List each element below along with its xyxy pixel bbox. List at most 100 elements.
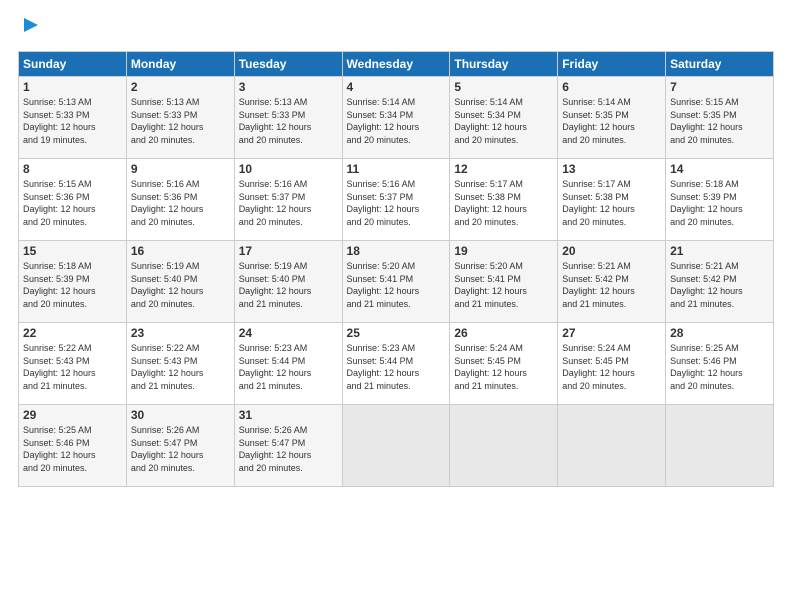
day-number: 3 [239,80,338,94]
calendar-cell: 6 Sunrise: 5:14 AMSunset: 5:35 PMDaylight… [558,77,666,159]
header-row: SundayMondayTuesdayWednesdayThursdayFrid… [19,52,774,77]
day-number: 31 [239,408,338,422]
cell-info: Sunrise: 5:16 AMSunset: 5:36 PMDaylight:… [131,178,230,228]
col-header-friday: Friday [558,52,666,77]
day-number: 10 [239,162,338,176]
week-row-1: 1Sunrise: 5:13 AMSunset: 5:33 PMDaylight… [19,77,774,159]
cell-info: Sunrise: 5:21 AMSunset: 5:42 PMDaylight:… [562,260,661,310]
col-header-thursday: Thursday [450,52,558,77]
day-number: 28 [670,326,769,340]
calendar-cell [450,405,558,487]
calendar-body: 1Sunrise: 5:13 AMSunset: 5:33 PMDaylight… [19,77,774,487]
calendar-cell: 3 Sunrise: 5:13 AMSunset: 5:33 PMDaylight… [234,77,342,159]
calendar-cell: 26Sunrise: 5:24 AMSunset: 5:45 PMDayligh… [450,323,558,405]
calendar-cell [666,405,774,487]
day-number: 18 [347,244,446,258]
logo [18,18,42,41]
cell-info: Sunrise: 5:23 AMSunset: 5:44 PMDaylight:… [239,342,338,392]
calendar-cell: 19Sunrise: 5:20 AMSunset: 5:41 PMDayligh… [450,241,558,323]
col-header-tuesday: Tuesday [234,52,342,77]
calendar-cell: 18 Sunrise: 5:20 AMSunset: 5:41 PMDayligh… [342,241,450,323]
col-header-monday: Monday [126,52,234,77]
day-number: 15 [23,244,122,258]
cell-info: Sunrise: 5:16 AMSunset: 5:37 PMDaylight:… [239,178,338,228]
calendar-cell: 21Sunrise: 5:21 AMSunset: 5:42 PMDayligh… [666,241,774,323]
day-number: 4 [347,80,446,94]
calendar-cell [342,405,450,487]
calendar-cell: 16Sunrise: 5:19 AMSunset: 5:40 PMDayligh… [126,241,234,323]
day-number: 2 [131,80,230,94]
day-number: 9 [131,162,230,176]
cell-info: Sunrise: 5:20 AMSunset: 5:41 PMDaylight:… [454,260,553,310]
calendar-cell: 11 Sunrise: 5:16 AMSunset: 5:37 PMDayligh… [342,159,450,241]
cell-info: Sunrise: 5:15 AMSunset: 5:36 PMDaylight:… [23,178,122,228]
calendar-cell: 5Sunrise: 5:14 AMSunset: 5:34 PMDaylight… [450,77,558,159]
calendar-cell: 15 Sunrise: 5:18 AMSunset: 5:39 PMDayligh… [19,241,127,323]
week-row-2: 8 Sunrise: 5:15 AMSunset: 5:36 PMDaylight… [19,159,774,241]
calendar-cell: 28 Sunrise: 5:25 AMSunset: 5:46 PMDayligh… [666,323,774,405]
cell-info: Sunrise: 5:18 AMSunset: 5:39 PMDaylight:… [23,260,122,310]
day-number: 21 [670,244,769,258]
calendar-cell: 22 Sunrise: 5:22 AMSunset: 5:43 PMDayligh… [19,323,127,405]
day-number: 14 [670,162,769,176]
cell-info: Sunrise: 5:24 AMSunset: 5:45 PMDaylight:… [562,342,661,392]
calendar-cell: 27Sunrise: 5:24 AMSunset: 5:45 PMDayligh… [558,323,666,405]
day-number: 16 [131,244,230,258]
col-header-sunday: Sunday [19,52,127,77]
cell-info: Sunrise: 5:25 AMSunset: 5:46 PMDaylight:… [23,424,122,474]
cell-info: Sunrise: 5:13 AMSunset: 5:33 PMDaylight:… [23,96,122,146]
header [18,18,774,41]
logo-arrow-icon [20,14,42,36]
col-header-wednesday: Wednesday [342,52,450,77]
calendar-cell: 30Sunrise: 5:26 AMSunset: 5:47 PMDayligh… [126,405,234,487]
day-number: 24 [239,326,338,340]
calendar-cell: 31 Sunrise: 5:26 AMSunset: 5:47 PMDayligh… [234,405,342,487]
calendar-table: SundayMondayTuesdayWednesdayThursdayFrid… [18,51,774,487]
calendar-page: SundayMondayTuesdayWednesdayThursdayFrid… [0,0,792,612]
calendar-cell: 25 Sunrise: 5:23 AMSunset: 5:44 PMDayligh… [342,323,450,405]
calendar-cell: 2 Sunrise: 5:13 AMSunset: 5:33 PMDaylight… [126,77,234,159]
calendar-cell: 14 Sunrise: 5:18 AMSunset: 5:39 PMDayligh… [666,159,774,241]
day-number: 6 [562,80,661,94]
day-number: 20 [562,244,661,258]
cell-info: Sunrise: 5:16 AMSunset: 5:37 PMDaylight:… [347,178,446,228]
calendar-cell: 13 Sunrise: 5:17 AMSunset: 5:38 PMDayligh… [558,159,666,241]
day-number: 22 [23,326,122,340]
day-number: 26 [454,326,553,340]
calendar-cell: 1Sunrise: 5:13 AMSunset: 5:33 PMDaylight… [19,77,127,159]
calendar-header: SundayMondayTuesdayWednesdayThursdayFrid… [19,52,774,77]
cell-info: Sunrise: 5:18 AMSunset: 5:39 PMDaylight:… [670,178,769,228]
calendar-cell: 4 Sunrise: 5:14 AMSunset: 5:34 PMDaylight… [342,77,450,159]
cell-info: Sunrise: 5:22 AMSunset: 5:43 PMDaylight:… [23,342,122,392]
calendar-cell: 9 Sunrise: 5:16 AMSunset: 5:36 PMDaylight… [126,159,234,241]
cell-info: Sunrise: 5:22 AMSunset: 5:43 PMDaylight:… [131,342,230,392]
cell-info: Sunrise: 5:13 AMSunset: 5:33 PMDaylight:… [131,96,230,146]
cell-info: Sunrise: 5:19 AMSunset: 5:40 PMDaylight:… [239,260,338,310]
cell-info: Sunrise: 5:23 AMSunset: 5:44 PMDaylight:… [347,342,446,392]
cell-info: Sunrise: 5:14 AMSunset: 5:34 PMDaylight:… [347,96,446,146]
calendar-cell: 10 Sunrise: 5:16 AMSunset: 5:37 PMDayligh… [234,159,342,241]
calendar-cell: 20 Sunrise: 5:21 AMSunset: 5:42 PMDayligh… [558,241,666,323]
cell-info: Sunrise: 5:17 AMSunset: 5:38 PMDaylight:… [454,178,553,228]
day-number: 11 [347,162,446,176]
calendar-cell: 24 Sunrise: 5:23 AMSunset: 5:44 PMDayligh… [234,323,342,405]
calendar-cell: 29Sunrise: 5:25 AMSunset: 5:46 PMDayligh… [19,405,127,487]
cell-info: Sunrise: 5:20 AMSunset: 5:41 PMDaylight:… [347,260,446,310]
cell-info: Sunrise: 5:13 AMSunset: 5:33 PMDaylight:… [239,96,338,146]
cell-info: Sunrise: 5:26 AMSunset: 5:47 PMDaylight:… [239,424,338,474]
day-number: 8 [23,162,122,176]
calendar-cell [558,405,666,487]
cell-info: Sunrise: 5:26 AMSunset: 5:47 PMDaylight:… [131,424,230,474]
day-number: 13 [562,162,661,176]
week-row-5: 29Sunrise: 5:25 AMSunset: 5:46 PMDayligh… [19,405,774,487]
cell-info: Sunrise: 5:17 AMSunset: 5:38 PMDaylight:… [562,178,661,228]
week-row-4: 22 Sunrise: 5:22 AMSunset: 5:43 PMDayligh… [19,323,774,405]
day-number: 23 [131,326,230,340]
day-number: 5 [454,80,553,94]
col-header-saturday: Saturday [666,52,774,77]
cell-info: Sunrise: 5:15 AMSunset: 5:35 PMDaylight:… [670,96,769,146]
week-row-3: 15 Sunrise: 5:18 AMSunset: 5:39 PMDayligh… [19,241,774,323]
day-number: 25 [347,326,446,340]
cell-info: Sunrise: 5:14 AMSunset: 5:35 PMDaylight:… [562,96,661,146]
cell-info: Sunrise: 5:25 AMSunset: 5:46 PMDaylight:… [670,342,769,392]
